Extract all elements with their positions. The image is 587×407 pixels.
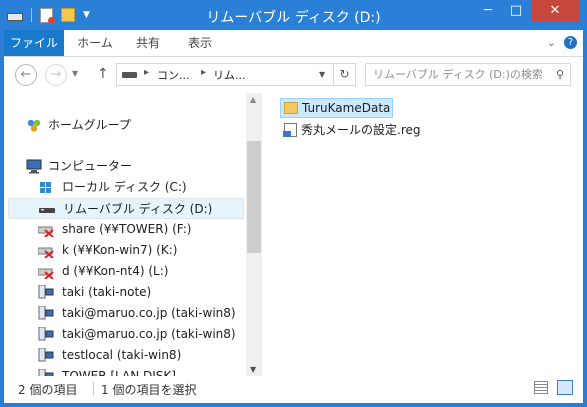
nav-drive[interactable]: TOWER [LAN DISK]: [8, 366, 244, 376]
removable-drive-icon: [39, 202, 55, 217]
status-divider: [93, 382, 94, 396]
list-item[interactable]: 秀丸メールの設定.reg: [280, 120, 430, 140]
maximize-button[interactable]: □: [503, 0, 529, 21]
nav-label: k (¥¥Kon-win7) (K:): [62, 243, 178, 257]
breadcrumb-computer[interactable]: コン...: [157, 67, 190, 83]
close-icon: ✕: [549, 3, 561, 18]
breadcrumb-separator-icon: ▸: [201, 67, 207, 78]
tab-file[interactable]: ファイル: [4, 30, 64, 56]
nav-drive[interactable]: share (¥¥TOWER) (F:): [8, 219, 244, 240]
windows-drive-icon: [38, 180, 54, 195]
nav-drive[interactable]: taki@maruo.co.jp (taki-win8): [8, 324, 244, 345]
ribbon-tabs: ファイル ホーム 共有 表示 ⌄ ?: [4, 30, 583, 57]
navigation-pane: ホームグループ コンピューター ローカル ディスク (C:) リムーバブル ディス…: [4, 93, 246, 376]
list-item[interactable]: TuruKameData: [280, 98, 393, 118]
item-count: 2 個の項目: [18, 383, 78, 397]
nav-drive[interactable]: taki@maruo.co.jp (taki-win8): [8, 303, 244, 324]
refresh-button[interactable]: ↻: [334, 63, 356, 86]
scroll-up-icon[interactable]: ▲: [250, 95, 256, 104]
up-arrow-icon[interactable]: ↑: [97, 66, 109, 82]
breadcrumb-separator-icon: ▸: [144, 67, 150, 78]
navigation-scrollbar[interactable]: ▲ ▼: [246, 93, 262, 376]
search-placeholder: リムーバブル ディスク (D:)の検索: [373, 68, 543, 81]
refresh-icon: ↻: [339, 67, 350, 81]
folder-icon: [284, 102, 298, 114]
address-row: ← → ▼ ↑ ▸ コン... ▸ リム... ▼ ↻ リムーバブル ディスク …: [4, 57, 583, 93]
network-computer-icon: [38, 347, 54, 363]
chevron-down-icon[interactable]: ⌄: [547, 36, 556, 49]
close-button[interactable]: ✕: [531, 0, 579, 21]
nav-label: testlocal (taki-win8): [62, 348, 182, 362]
tab-home[interactable]: ホーム: [70, 30, 120, 56]
status-bar: 2 個の項目 1 個の項目を選択: [4, 376, 583, 403]
nav-label: taki@maruo.co.jp (taki-win8): [62, 327, 236, 341]
title-bar: ▼ リムーバブル ディスク (D:) ─ □ ✕: [0, 0, 587, 30]
nav-label: コンピューター: [48, 159, 133, 173]
nav-drive[interactable]: d (¥¥Kon-nt4) (L:): [8, 261, 244, 282]
registry-file-icon: [283, 123, 297, 137]
file-list: TuruKameData 秀丸メールの設定.reg: [262, 93, 583, 376]
nav-drive[interactable]: リムーバブル ディスク (D:): [8, 198, 244, 219]
tab-share[interactable]: 共有: [126, 30, 170, 56]
forward-arrow-icon: →: [50, 67, 62, 82]
scroll-down-icon[interactable]: ▼: [250, 365, 256, 374]
nav-computer[interactable]: コンピューター: [26, 156, 226, 177]
breadcrumb-removable-disk[interactable]: リム...: [213, 67, 246, 83]
nav-label: d (¥¥Kon-nt4) (L:): [62, 264, 169, 278]
removable-drive-icon: [122, 72, 137, 78]
forward-button[interactable]: →: [45, 64, 67, 86]
nav-drive[interactable]: ローカル ディスク (C:): [8, 177, 244, 198]
nav-label: TOWER [LAN DISK]: [62, 369, 176, 376]
nav-drive[interactable]: taki (taki-note): [8, 282, 244, 303]
help-icon[interactable]: ?: [564, 36, 577, 49]
network-computer-icon: [38, 284, 54, 300]
minimize-button[interactable]: ─: [475, 0, 501, 21]
nav-label: share (¥¥TOWER) (F:): [62, 222, 192, 236]
nav-drive[interactable]: testlocal (taki-win8): [8, 345, 244, 366]
back-arrow-icon: ←: [20, 67, 32, 82]
network-computer-icon: [38, 305, 54, 321]
back-button[interactable]: ←: [15, 64, 37, 86]
address-bar[interactable]: ▸ コン... ▸ リム... ▼: [116, 63, 334, 86]
nav-label: taki@maruo.co.jp (taki-win8): [62, 306, 236, 320]
nav-label: ローカル ディスク (C:): [62, 180, 187, 194]
network-computer-icon: [38, 368, 54, 376]
tab-view[interactable]: 表示: [178, 30, 222, 56]
details-view-icon[interactable]: [534, 381, 548, 394]
explorer-window: ▼ リムーバブル ディスク (D:) ─ □ ✕ ファイル ホーム 共有 表示 …: [0, 0, 587, 407]
large-icons-view-icon[interactable]: [557, 380, 573, 395]
network-computer-icon: [38, 326, 54, 342]
network-drive-disconnected-icon: [37, 222, 54, 238]
computer-icon: [26, 159, 42, 174]
recent-locations-icon[interactable]: ▼: [72, 69, 78, 78]
scrollbar-thumb[interactable]: [247, 141, 261, 253]
file-name: TuruKameData: [302, 101, 391, 115]
search-input[interactable]: リムーバブル ディスク (D:)の検索 ⚲: [365, 63, 571, 86]
nav-homegroup[interactable]: ホームグループ: [26, 115, 226, 136]
homegroup-icon: [26, 118, 42, 133]
selection-count: 1 個の項目を選択: [101, 383, 197, 397]
network-drive-disconnected-icon: [37, 264, 54, 280]
minimize-icon: ─: [484, 3, 492, 18]
network-drive-disconnected-icon: [37, 243, 54, 259]
nav-label: リムーバブル ディスク (D:): [63, 202, 213, 216]
maximize-icon: □: [509, 3, 523, 18]
search-icon: ⚲: [555, 68, 564, 81]
address-dropdown-icon[interactable]: ▼: [319, 70, 325, 79]
nav-drive[interactable]: k (¥¥Kon-win7) (K:): [8, 240, 244, 261]
nav-label: ホームグループ: [48, 118, 131, 132]
nav-label: taki (taki-note): [62, 285, 152, 299]
file-name: 秀丸メールの設定.reg: [301, 123, 421, 137]
